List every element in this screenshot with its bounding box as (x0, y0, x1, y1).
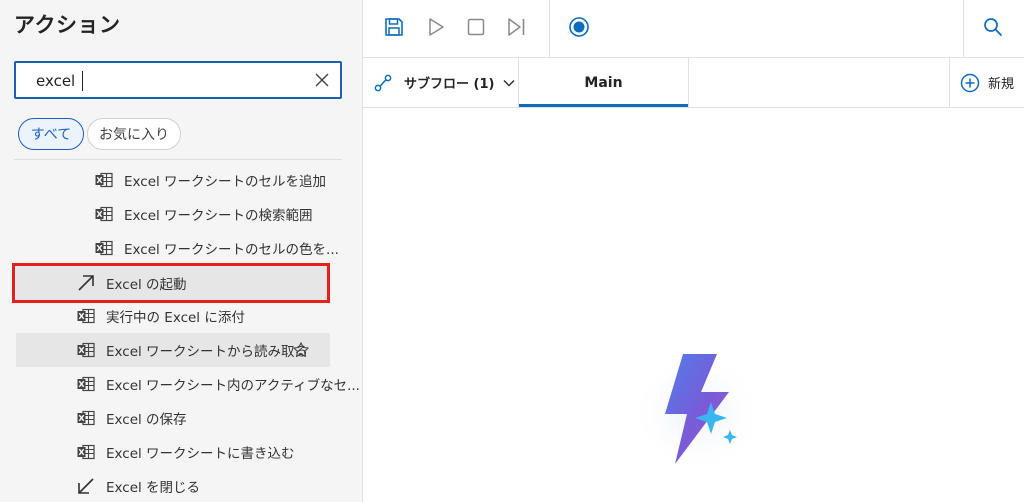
toolbar (363, 0, 1024, 58)
next-step-icon[interactable] (505, 16, 527, 38)
action-item-write-worksheet[interactable]: Excel ワークシートに書き込む (16, 435, 330, 469)
power-automate-illustration-icon (631, 350, 763, 474)
divider (14, 159, 342, 160)
highlight-box (12, 263, 330, 303)
subflow-dropdown[interactable]: サブフロー (1) (363, 58, 519, 107)
action-item-cell-color[interactable]: Excel ワークシートのセルの色を... (16, 231, 339, 265)
action-label: Excel の保存 (106, 412, 187, 428)
arrow-down-left-icon (78, 478, 94, 494)
search-icon[interactable] (982, 16, 1004, 38)
subflow-label: サブフロー (1) (404, 77, 495, 92)
star-icon[interactable] (292, 341, 310, 359)
excel-icon (77, 410, 95, 426)
actions-pane: アクション excel すべて お気に入り Excel ワークシートのセルを追加… (0, 0, 363, 502)
new-label: 新規 (988, 77, 1015, 92)
excel-icon (77, 376, 95, 392)
chevron-down-icon (503, 79, 515, 87)
action-label: 実行中の Excel に添付 (106, 310, 245, 326)
new-subflow-button[interactable]: 新規 (949, 58, 1024, 107)
action-item-add-cell[interactable]: Excel ワークシートのセルを追加 (16, 163, 330, 197)
action-label: Excel を閉じる (106, 480, 201, 496)
search-value: excel (36, 72, 76, 90)
action-label: Excel ワークシートに書き込む (106, 446, 295, 462)
excel-icon (95, 240, 113, 256)
excel-icon (95, 206, 113, 222)
close-icon[interactable] (314, 72, 330, 88)
flow-canvas[interactable] (363, 108, 1024, 502)
action-item-read-worksheet[interactable]: Excel ワークシートから読み取る (16, 333, 330, 367)
toolbar-divider (549, 0, 550, 57)
excel-icon (77, 308, 95, 324)
action-item-search-range[interactable]: Excel ワークシートの検索範囲 (16, 197, 330, 231)
excel-icon (77, 342, 95, 358)
add-icon (960, 73, 980, 92)
action-item-close-excel[interactable]: Excel を閉じる (16, 469, 330, 502)
pane-title: アクション (14, 13, 121, 37)
action-label: Excel ワークシートから読み取る (106, 344, 309, 360)
run-icon[interactable] (425, 16, 447, 38)
record-icon[interactable] (568, 16, 590, 38)
action-label: Excel ワークシート内のアクティブなセ... (106, 378, 360, 394)
action-item-active-cell[interactable]: Excel ワークシート内のアクティブなセ... (16, 367, 360, 401)
save-icon[interactable] (383, 16, 405, 38)
action-label: Excel ワークシートの検索範囲 (124, 208, 313, 224)
filter-all-chip[interactable]: すべて (18, 118, 84, 150)
stop-icon[interactable] (465, 16, 487, 38)
action-item-save-excel[interactable]: Excel の保存 (16, 401, 330, 435)
action-label: Excel ワークシートのセルを追加 (124, 174, 327, 190)
filter-favorites-chip[interactable]: お気に入り (87, 118, 181, 150)
action-label: Excel ワークシートのセルの色を... (124, 242, 339, 258)
subflow-icon (374, 74, 392, 91)
action-item-attach-excel[interactable]: 実行中の Excel に添付 (16, 299, 330, 333)
excel-icon (77, 444, 95, 460)
excel-icon (95, 172, 113, 188)
text-caret (82, 71, 83, 91)
flow-tabs: サブフロー (1) Main 新規 (363, 58, 1024, 108)
tab-main[interactable]: Main (519, 58, 689, 107)
search-input[interactable]: excel (14, 61, 342, 99)
toolbar-divider (963, 0, 964, 57)
